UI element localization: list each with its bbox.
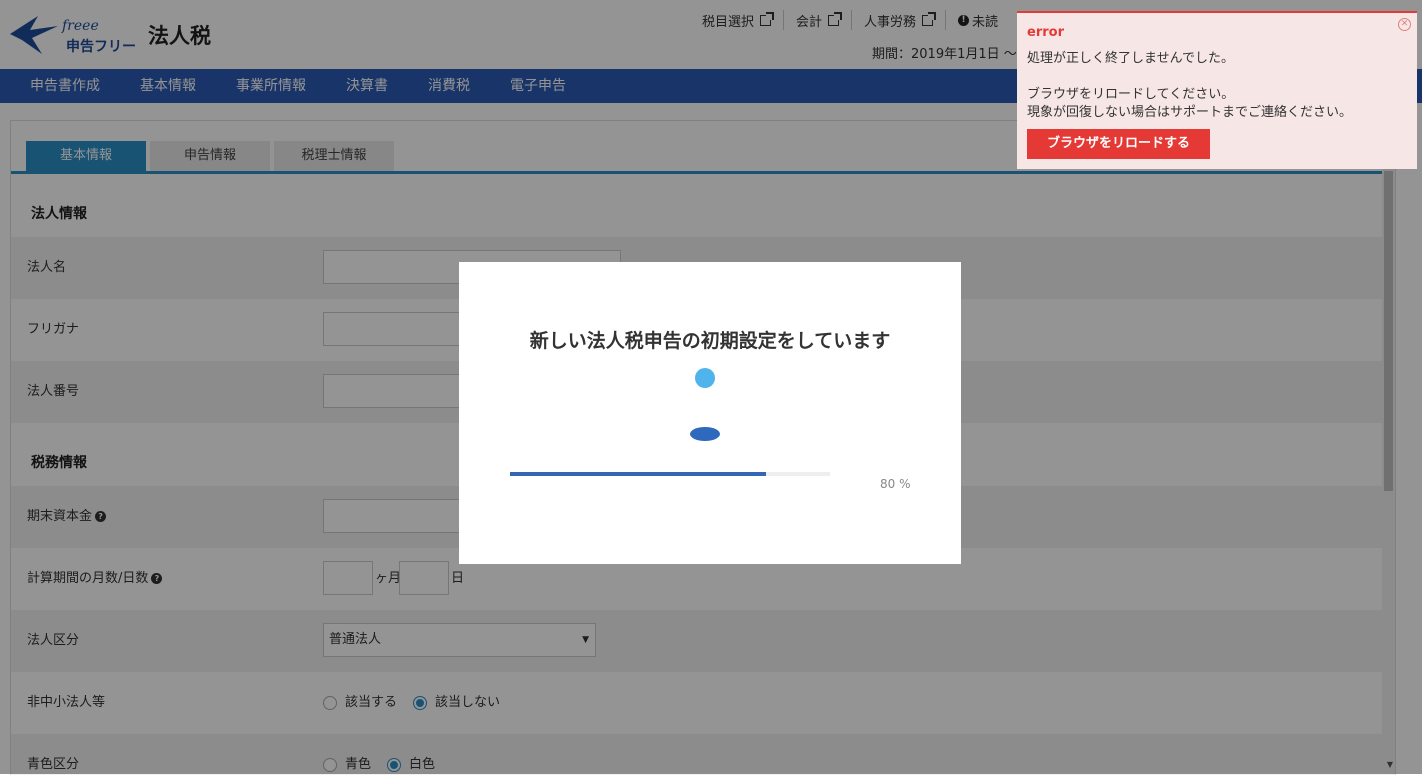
close-icon[interactable]: ✕ bbox=[1398, 18, 1411, 31]
toast-message: 現象が回復しない場合はサポートまでご連絡ください。 bbox=[1027, 105, 1353, 120]
progress-text: 80 % bbox=[880, 477, 911, 491]
reload-browser-button[interactable]: ブラウザをリロードする bbox=[1027, 129, 1210, 159]
progress-bar bbox=[510, 472, 830, 476]
progress-bar-fill bbox=[510, 472, 766, 476]
loading-dot-icon bbox=[690, 427, 720, 441]
modal-title: 新しい法人税申告の初期設定をしています bbox=[529, 330, 891, 352]
setup-progress-modal: 新しい法人税申告の初期設定をしています 80 % bbox=[459, 262, 961, 564]
loading-dot-icon bbox=[695, 368, 715, 388]
toast-message: 処理が正しく終了しませんでした。 bbox=[1027, 51, 1234, 66]
toast-message: ブラウザをリロードしてください。 bbox=[1027, 87, 1235, 102]
error-toast: error ✕ 処理が正しく終了しませんでした。 ブラウザをリロードしてください… bbox=[1017, 11, 1417, 169]
toast-title: error bbox=[1027, 25, 1064, 40]
